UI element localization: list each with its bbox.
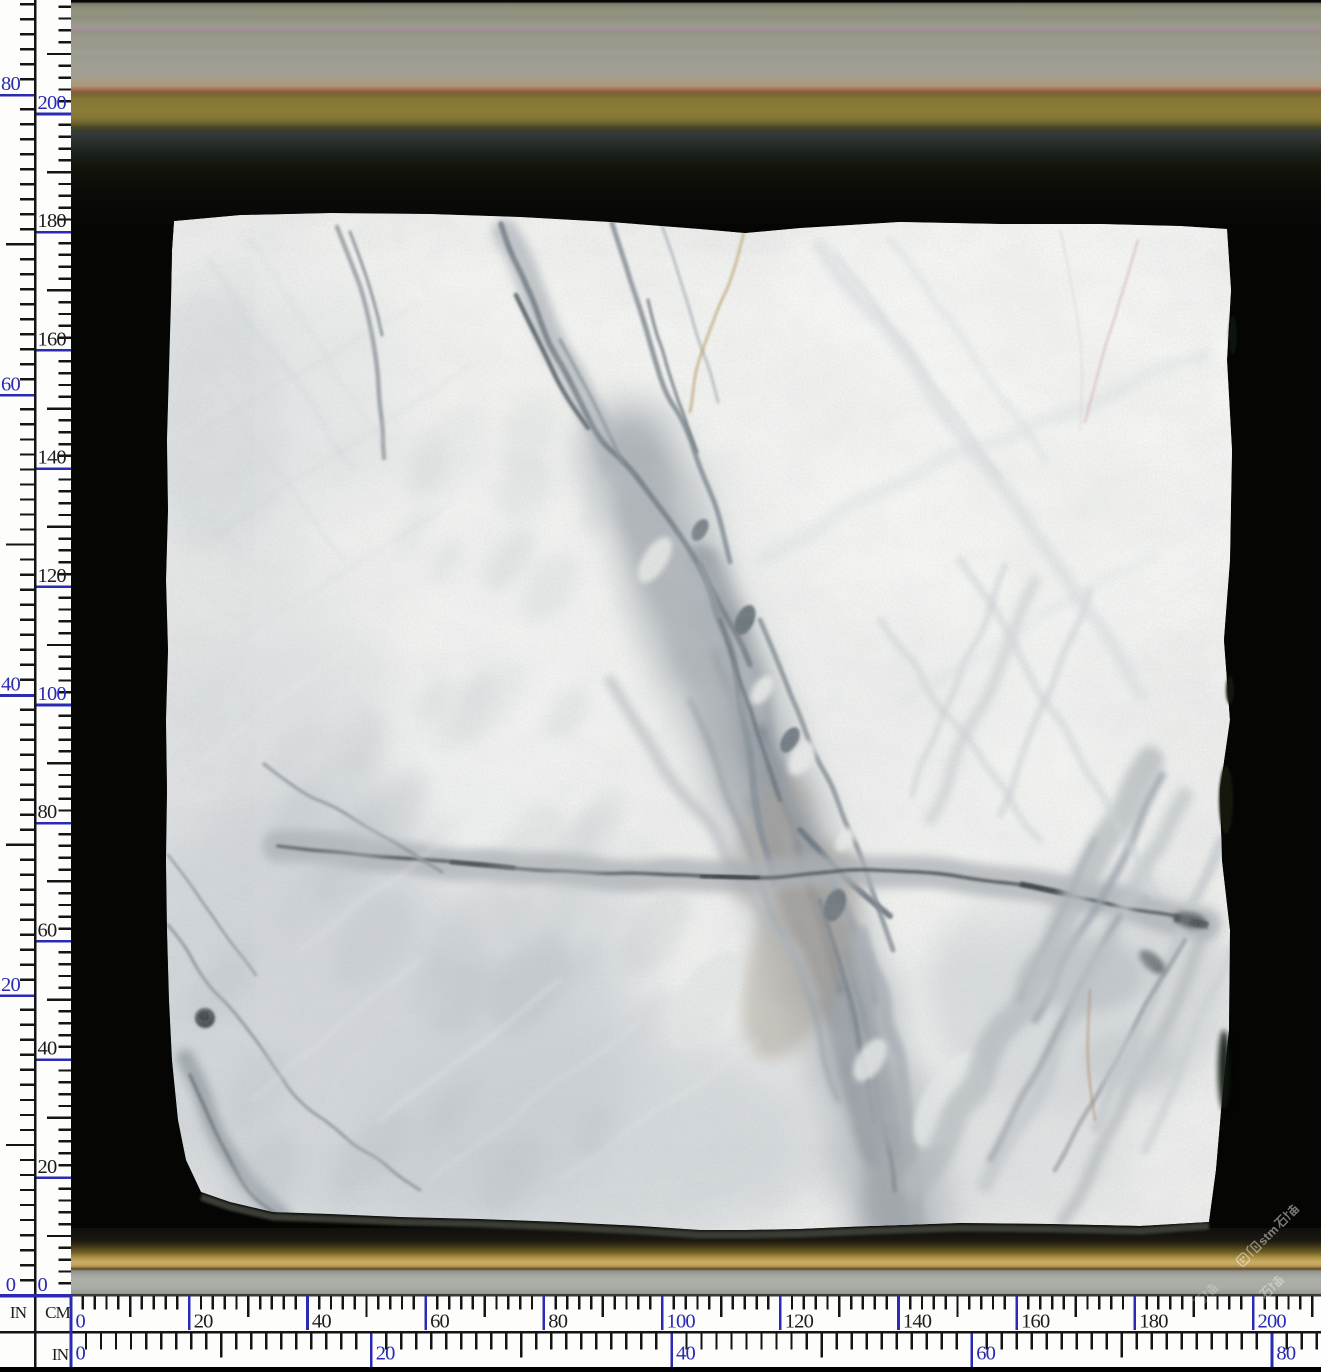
- svg-text:20: 20: [376, 1343, 395, 1365]
- svg-text:IN: IN: [52, 1345, 69, 1364]
- svg-text:180: 180: [1139, 1311, 1168, 1333]
- svg-text:60: 60: [430, 1311, 449, 1333]
- svg-text:40: 40: [676, 1343, 695, 1365]
- svg-text:0: 0: [76, 1311, 86, 1333]
- svg-text:100: 100: [667, 1311, 696, 1333]
- svg-text:80: 80: [1, 73, 20, 95]
- svg-text:200: 200: [1258, 1311, 1287, 1333]
- svg-text:60: 60: [976, 1343, 995, 1365]
- svg-text:0: 0: [38, 1274, 48, 1296]
- svg-text:60: 60: [1, 373, 20, 395]
- svg-text:40: 40: [38, 1038, 57, 1060]
- svg-text:IN: IN: [10, 1303, 27, 1322]
- svg-text:160: 160: [38, 328, 67, 350]
- svg-text:160: 160: [1021, 1311, 1050, 1333]
- svg-text:40: 40: [1, 674, 20, 696]
- svg-text:200: 200: [38, 92, 67, 114]
- svg-text:40: 40: [312, 1311, 331, 1333]
- svg-text:80: 80: [548, 1311, 567, 1333]
- svg-text:60: 60: [38, 919, 57, 941]
- svg-text:0: 0: [76, 1343, 86, 1365]
- svg-text:20: 20: [1, 974, 20, 996]
- svg-text:100: 100: [38, 683, 67, 705]
- svg-text:120: 120: [38, 565, 67, 587]
- svg-text:80: 80: [38, 801, 57, 823]
- svg-text:CM: CM: [45, 1303, 71, 1322]
- svg-text:0: 0: [6, 1274, 16, 1296]
- svg-text:80: 80: [1276, 1343, 1295, 1365]
- svg-text:20: 20: [194, 1311, 213, 1333]
- svg-text:20: 20: [38, 1156, 57, 1178]
- svg-text:140: 140: [38, 447, 67, 469]
- svg-text:120: 120: [785, 1311, 814, 1333]
- svg-text:140: 140: [903, 1311, 932, 1333]
- svg-text:180: 180: [38, 210, 67, 232]
